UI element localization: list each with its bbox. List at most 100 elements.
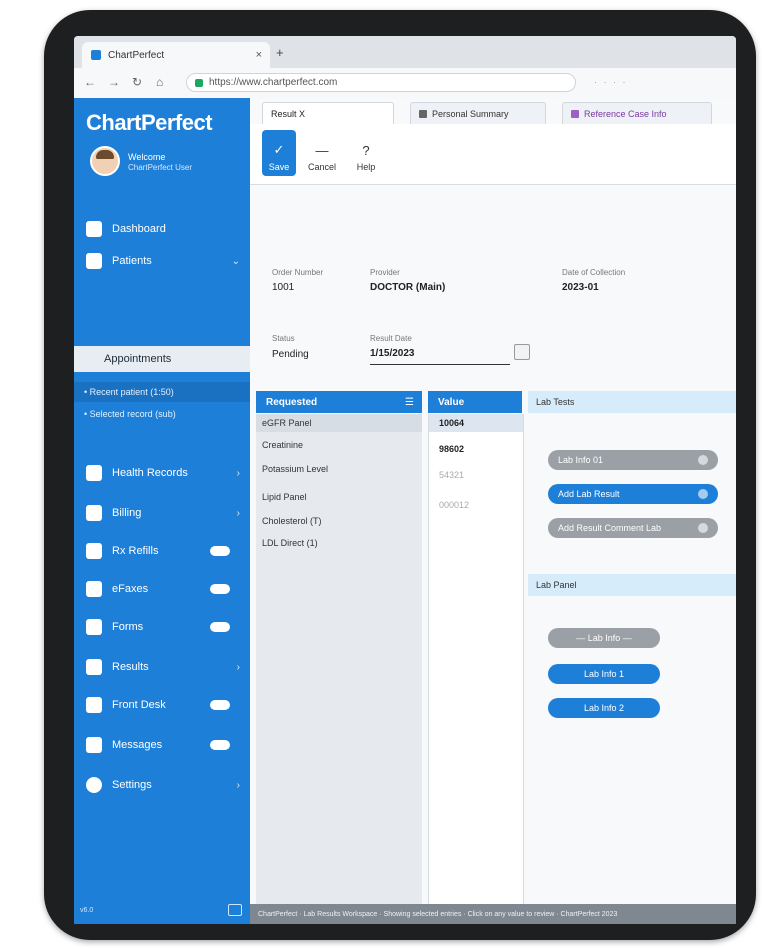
sidebar-item-forms[interactable]: Forms bbox=[74, 614, 250, 640]
tab-personal-summary[interactable]: Personal Summary bbox=[410, 102, 546, 124]
save-label: Save bbox=[268, 162, 290, 172]
toolbar: ✓ Save — Cancel ? Help bbox=[250, 124, 736, 185]
cancel-button[interactable]: — Cancel bbox=[302, 130, 342, 176]
date-of-collection-label: Date of Collection bbox=[562, 268, 626, 277]
cancel-label: Cancel bbox=[307, 162, 336, 172]
pill-label: Add Result Comment Lab bbox=[558, 523, 662, 533]
list-item[interactable]: eGFR Panel bbox=[256, 414, 422, 432]
value-column-header[interactable]: Value bbox=[428, 391, 522, 413]
sidebar-item-rx-refills[interactable]: Rx Refills bbox=[74, 538, 250, 564]
cancel-icon: — bbox=[315, 143, 329, 158]
remove-icon[interactable] bbox=[698, 489, 708, 499]
sidebar-item-label: Results bbox=[112, 661, 149, 673]
sidebar-item-billing[interactable]: Billing › bbox=[74, 500, 250, 526]
forward-arrow-icon[interactable]: → bbox=[108, 75, 120, 89]
tab-result[interactable]: Result X bbox=[262, 102, 394, 124]
sidebar: ChartPerfect Welcome ChartPerfect User D… bbox=[74, 98, 250, 924]
add-result-comment-button[interactable]: Add Result Comment Lab bbox=[548, 518, 718, 538]
browser-tab-title: ChartPerfect bbox=[108, 49, 165, 61]
list-item[interactable]: Potassium Level bbox=[262, 464, 328, 474]
recent-patient-link[interactable]: • Recent patient (1:50) bbox=[74, 382, 250, 402]
count-badge bbox=[210, 546, 230, 556]
value-list: 10064 98602 54321 000012 bbox=[428, 414, 524, 924]
lab-info-header-pill[interactable]: — Lab Info — bbox=[548, 628, 660, 648]
list-item[interactable]: 10064 bbox=[439, 418, 464, 428]
help-icon: ? bbox=[362, 143, 370, 158]
list-item[interactable]: 54321 bbox=[439, 470, 464, 480]
lab-info-1-button[interactable]: Lab Info 1 bbox=[548, 664, 660, 684]
tab-label: Personal Summary bbox=[432, 108, 509, 119]
save-icon: ✓ bbox=[273, 142, 285, 157]
back-arrow-icon[interactable]: ← bbox=[84, 75, 96, 89]
chevron-right-icon: › bbox=[236, 507, 240, 519]
sidebar-item-efaxes[interactable]: eFaxes bbox=[74, 576, 250, 602]
calendar-icon[interactable] bbox=[514, 344, 530, 360]
sidebar-item-settings[interactable]: Settings › bbox=[74, 772, 250, 798]
list-item[interactable]: Lipid Panel bbox=[262, 492, 307, 502]
desk-icon bbox=[86, 697, 102, 713]
sidebar-item-messages[interactable]: Messages bbox=[74, 732, 250, 758]
list-item[interactable]: 000012 bbox=[439, 500, 469, 510]
count-badge bbox=[210, 740, 230, 750]
remove-icon[interactable] bbox=[698, 523, 708, 533]
chevron-right-icon: › bbox=[236, 779, 240, 791]
selected-record-link[interactable]: • Selected record (sub) bbox=[74, 404, 250, 424]
save-button[interactable]: ✓ Save bbox=[262, 130, 296, 176]
sidebar-item-appointments[interactable]: Appointments bbox=[74, 346, 250, 372]
status-value: Pending bbox=[272, 349, 309, 360]
requested-list: eGFR Panel Creatinine Potassium Level Li… bbox=[256, 414, 422, 924]
lock-icon bbox=[195, 78, 203, 87]
avatar[interactable] bbox=[90, 146, 120, 176]
filter-icon[interactable]: ☰ bbox=[405, 397, 414, 408]
sidebar-item-label: Dashboard bbox=[112, 223, 166, 235]
gear-icon bbox=[86, 777, 102, 793]
add-lab-result-button[interactable]: Add Lab Result bbox=[548, 484, 718, 504]
new-tab-button[interactable]: + bbox=[276, 45, 284, 60]
chevron-down-icon: ⌄ bbox=[231, 255, 240, 267]
result-date-input[interactable]: 1/15/2023 bbox=[370, 348, 510, 365]
sidebar-item-front-desk[interactable]: Front Desk bbox=[74, 692, 250, 718]
prescription-icon bbox=[86, 543, 102, 559]
sidebar-item-label: Settings bbox=[112, 779, 152, 791]
tab-badge-icon bbox=[419, 109, 427, 118]
sidebar-item-health-records[interactable]: Health Records › bbox=[74, 460, 250, 486]
provider-value: DOCTOR (Main) bbox=[370, 282, 446, 293]
tab-label: Reference Case Info bbox=[584, 108, 667, 119]
sidebar-item-dashboard[interactable]: Dashboard bbox=[74, 216, 250, 242]
help-button[interactable]: ? Help bbox=[346, 130, 386, 176]
reload-icon[interactable]: ↻ bbox=[132, 75, 142, 89]
count-badge bbox=[210, 584, 230, 594]
sidebar-item-results[interactable]: Results › bbox=[74, 654, 250, 680]
order-number-value: 1001 bbox=[272, 282, 295, 293]
remove-icon[interactable] bbox=[698, 455, 708, 465]
sidebar-item-label: Health Records bbox=[112, 467, 188, 479]
browser-tab[interactable]: ChartPerfect × bbox=[82, 42, 270, 68]
close-tab-icon[interactable]: × bbox=[256, 49, 262, 61]
list-item[interactable]: Cholesterol (T) bbox=[262, 516, 322, 526]
requested-column-header[interactable]: Requested ☰ bbox=[256, 391, 422, 413]
list-item[interactable]: LDL Direct (1) bbox=[262, 538, 318, 548]
list-item[interactable]: Creatinine bbox=[262, 440, 303, 450]
fax-icon bbox=[86, 581, 102, 597]
help-label: Help bbox=[356, 162, 376, 172]
chartperfect-favicon-icon bbox=[91, 50, 101, 60]
pill-label: Lab Info 01 bbox=[558, 455, 604, 465]
person-icon bbox=[86, 253, 102, 269]
browser-extension-icons[interactable]: · · · · bbox=[594, 77, 628, 87]
sidebar-item-patients[interactable]: Patients ⌄ bbox=[74, 248, 250, 274]
tab-reference-case-info[interactable]: Reference Case Info bbox=[562, 102, 712, 124]
home-icon bbox=[86, 221, 102, 237]
lab-info-button[interactable]: Lab Info 01 bbox=[548, 450, 718, 470]
lab-info-2-button[interactable]: Lab Info 2 bbox=[548, 698, 660, 718]
sidebar-item-label: eFaxes bbox=[112, 583, 149, 595]
url-input[interactable]: https://www.chartperfect.com bbox=[186, 73, 576, 92]
provider-label: Provider bbox=[370, 268, 400, 277]
sidebar-item-label: Appointments bbox=[104, 353, 172, 365]
browser-window: ChartPerfect × + ← → ↻ ⌂ https://www.cha… bbox=[74, 36, 736, 924]
home-browser-icon[interactable]: ⌂ bbox=[156, 75, 163, 89]
collapse-sidebar-icon[interactable] bbox=[228, 904, 242, 916]
list-item[interactable]: 98602 bbox=[439, 444, 464, 454]
requested-header-label: Requested bbox=[266, 396, 318, 408]
browser-tabstrip: ChartPerfect × + bbox=[74, 36, 736, 68]
sidebar-item-label: Billing bbox=[112, 507, 142, 519]
